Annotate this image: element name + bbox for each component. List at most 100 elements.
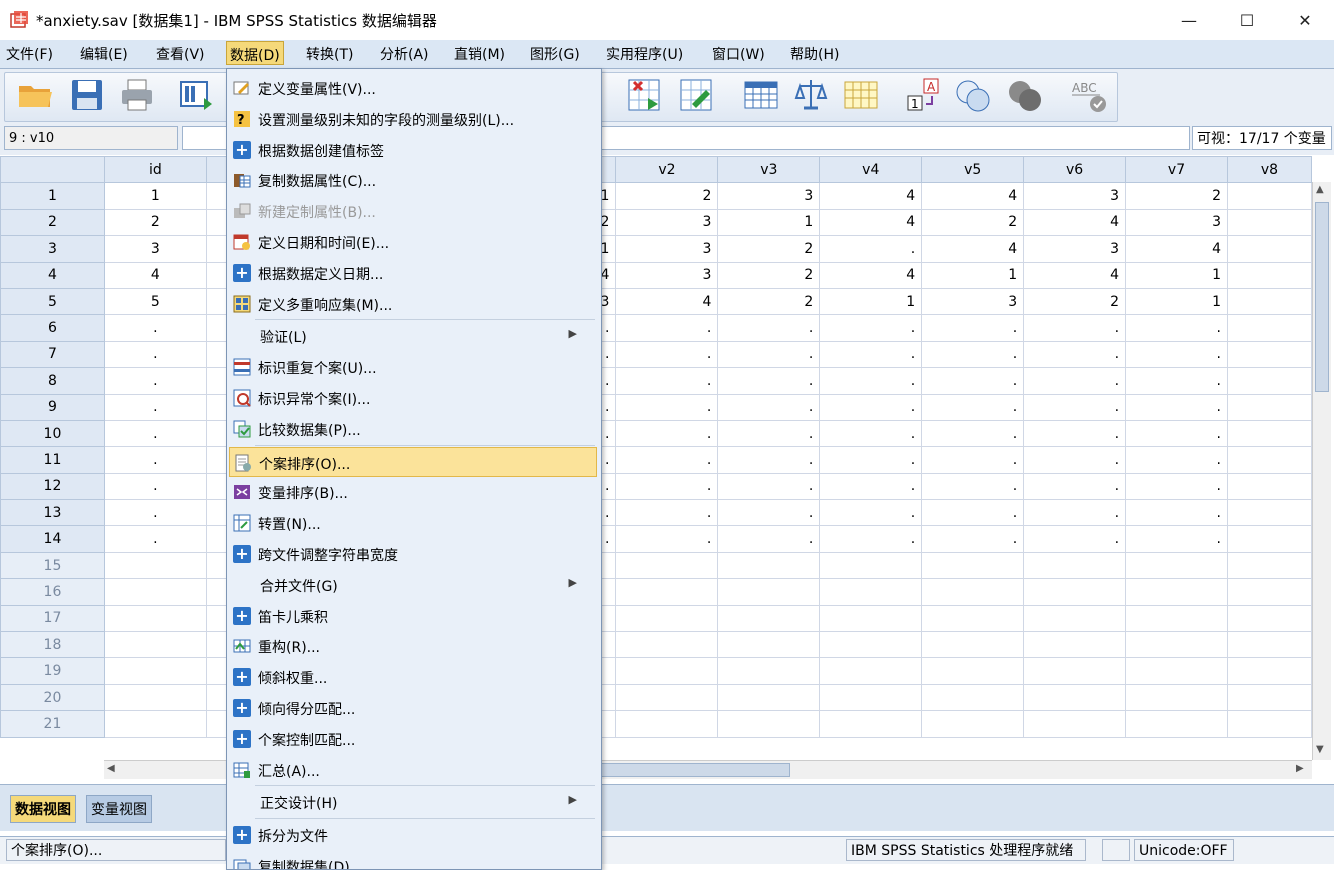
data-menu-item[interactable]: 变量排序(B)... [229, 477, 597, 507]
data-menu-item[interactable]: + 跨文件调整字符串宽度 [229, 539, 597, 569]
row-header[interactable]: 3 [0, 235, 105, 263]
data-cell[interactable]: 3 [615, 235, 719, 263]
data-cell[interactable]: 4 [1023, 208, 1127, 237]
data-cell[interactable]: 2 [921, 208, 1025, 237]
data-cell[interactable] [1125, 551, 1228, 580]
data-cell[interactable]: 3 [615, 261, 719, 289]
data-cell[interactable]: . [921, 340, 1025, 369]
row-header[interactable]: 8 [0, 367, 105, 395]
data-cell[interactable]: 4 [1125, 235, 1228, 263]
data-menu-item[interactable]: + 拆分为文件 [229, 820, 597, 850]
data-cell[interactable] [819, 578, 923, 606]
data-cell[interactable]: . [1125, 446, 1228, 474]
data-cell[interactable]: . [717, 419, 821, 448]
row-header[interactable]: 19 [0, 657, 105, 685]
data-cell[interactable]: . [717, 393, 821, 421]
data-cell[interactable]: . [103, 340, 207, 369]
scroll-down-icon[interactable]: ▼ [1316, 744, 1324, 755]
data-cell[interactable]: . [921, 446, 1025, 474]
data-cell[interactable]: . [615, 314, 719, 342]
data-cell[interactable]: . [819, 340, 923, 369]
data-cell[interactable]: . [615, 499, 719, 527]
minimize-icon[interactable]: — [1160, 0, 1218, 40]
data-cell[interactable]: . [103, 314, 207, 342]
data-cell[interactable]: . [717, 525, 821, 553]
data-cell[interactable]: . [819, 446, 923, 474]
data-cell[interactable] [103, 631, 207, 659]
data-cell[interactable] [615, 604, 719, 633]
data-cell[interactable]: . [717, 314, 821, 342]
insert-cases-icon[interactable] [626, 76, 664, 114]
data-cell[interactable] [103, 604, 207, 633]
data-cell[interactable]: . [921, 419, 1025, 448]
scroll-up-icon[interactable]: ▲ [1316, 184, 1324, 195]
data-cell[interactable] [615, 551, 719, 580]
data-menu-item[interactable]: 汇总(A)... [229, 755, 597, 785]
data-cell[interactable] [921, 657, 1025, 685]
data-cell[interactable]: . [819, 235, 923, 263]
data-cell[interactable]: 4 [921, 182, 1025, 210]
data-cell[interactable]: . [1023, 367, 1127, 395]
menu-help[interactable]: 帮助(H) [790, 44, 839, 64]
column-header-v7[interactable]: v7 [1125, 156, 1228, 184]
row-header[interactable]: 10 [0, 419, 105, 448]
data-cell[interactable] [1125, 604, 1228, 633]
data-cell[interactable] [717, 710, 821, 738]
data-cell[interactable] [1226, 683, 1312, 712]
data-cell[interactable]: . [615, 419, 719, 448]
row-header[interactable]: 15 [0, 551, 105, 580]
data-cell[interactable]: . [1125, 340, 1228, 369]
menu-graphs[interactable]: 图形(G) [530, 44, 580, 64]
menu-data[interactable]: 数据(D) [226, 41, 284, 65]
data-cell[interactable]: 2 [103, 208, 207, 237]
data-cell[interactable] [1125, 631, 1228, 659]
data-cell[interactable]: 5 [103, 287, 207, 316]
data-cell[interactable]: . [1023, 314, 1127, 342]
data-menu-item[interactable]: + 根据数据定义日期... [229, 258, 597, 288]
data-cell[interactable]: . [615, 393, 719, 421]
data-cell[interactable]: . [819, 393, 923, 421]
data-cell[interactable]: 3 [103, 235, 207, 263]
data-cell[interactable]: . [103, 499, 207, 527]
data-cell[interactable]: . [1023, 419, 1127, 448]
data-cell[interactable]: . [921, 393, 1025, 421]
data-cell[interactable] [1226, 472, 1312, 501]
data-cell[interactable] [1125, 578, 1228, 606]
data-menu-item[interactable]: + 个案控制匹配... [229, 724, 597, 754]
data-cell[interactable] [1125, 657, 1228, 685]
data-cell[interactable] [1226, 261, 1312, 289]
data-cell[interactable] [1226, 525, 1312, 553]
data-cell[interactable] [1226, 499, 1312, 527]
menu-direct-marketing[interactable]: 直销(M) [454, 44, 505, 64]
data-cell[interactable]: . [819, 367, 923, 395]
data-cell[interactable]: . [819, 472, 923, 501]
row-header[interactable]: 5 [0, 287, 105, 316]
row-header[interactable]: 4 [0, 261, 105, 289]
data-cell[interactable]: . [103, 367, 207, 395]
row-header[interactable]: 16 [0, 578, 105, 606]
data-cell[interactable] [921, 710, 1025, 738]
data-cell[interactable]: 2 [1023, 287, 1127, 316]
data-cell[interactable]: . [921, 367, 1025, 395]
data-cell[interactable]: 2 [717, 261, 821, 289]
menu-utilities[interactable]: 实用程序(U) [606, 44, 683, 64]
row-header[interactable]: 11 [0, 446, 105, 474]
data-cell[interactable]: . [1125, 525, 1228, 553]
data-cell[interactable]: . [103, 472, 207, 501]
data-cell[interactable] [717, 578, 821, 606]
print-icon[interactable] [118, 76, 156, 114]
data-cell[interactable] [819, 604, 923, 633]
corner-header[interactable] [0, 156, 105, 184]
data-cell[interactable]: 2 [717, 235, 821, 263]
data-menu-item[interactable]: 定义日期和时间(E)... [229, 227, 597, 257]
data-cell[interactable]: . [615, 446, 719, 474]
data-cell[interactable] [1226, 235, 1312, 263]
save-icon[interactable] [68, 76, 106, 114]
tab-data-view[interactable]: 数据视图 [10, 795, 76, 823]
maximize-icon[interactable]: ☐ [1218, 0, 1276, 40]
menu-view[interactable]: 查看(V) [156, 44, 205, 64]
data-cell[interactable]: 3 [1023, 235, 1127, 263]
data-menu-item[interactable]: 转置(N)... [229, 508, 597, 538]
row-header[interactable]: 13 [0, 499, 105, 527]
data-cell[interactable] [1023, 710, 1127, 738]
